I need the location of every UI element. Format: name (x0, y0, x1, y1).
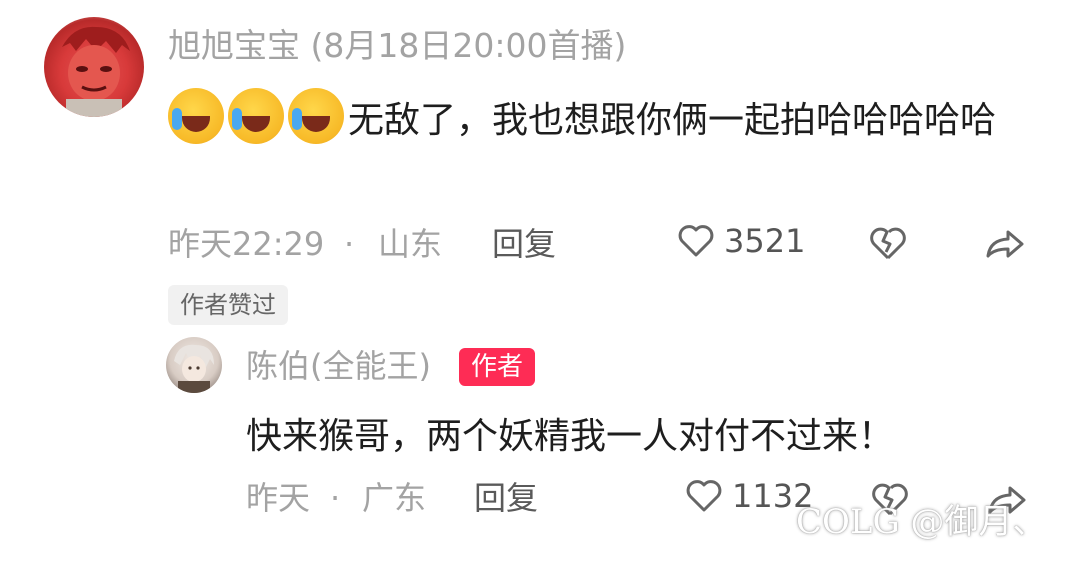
broken-heart-icon (870, 227, 906, 260)
replier-username[interactable]: 陈伯(全能王) (246, 344, 431, 388)
comment-text: 无敌了，我也想跟你俩一起拍哈哈哈哈哈 (168, 88, 1028, 154)
author-tag: 作者 (459, 348, 536, 386)
replier-avatar[interactable] (166, 337, 222, 393)
comment-location: 山东 (378, 225, 443, 263)
share-arrow-icon (986, 230, 1024, 258)
comment-time: 昨天22:29 (168, 225, 325, 263)
like-count: 3521 (724, 222, 806, 260)
commenter-username[interactable]: 旭旭宝宝 (168, 26, 300, 65)
heart-icon (678, 225, 714, 257)
like-button[interactable]: 1132 (684, 476, 813, 516)
reply-location: 广东 (362, 479, 427, 517)
broadcast-note: (8月18日20:00首播) (310, 26, 627, 65)
reply-text: 快来猴哥，两个妖精我一人对付不过来！ (246, 416, 895, 457)
laughing-crying-emoji-icon (228, 88, 284, 144)
share-button[interactable] (982, 222, 1028, 270)
author-liked-badge: 作者赞过 (168, 285, 288, 325)
heart-icon (686, 480, 722, 512)
like-button[interactable]: 3521 (676, 221, 805, 261)
laughing-crying-emoji-icon (168, 88, 224, 144)
meta-separator: · (330, 479, 341, 517)
comment-body: 无敌了，我也想跟你俩一起拍哈哈哈哈哈 (348, 100, 997, 141)
watermark: COLG @御月、 (796, 502, 1047, 542)
commenter-name-line: 旭旭宝宝 (8月18日20:00首播) (168, 24, 626, 68)
laughing-crying-emoji-icon (288, 88, 344, 144)
reply-button[interactable]: 回复 (474, 478, 538, 518)
reply-button[interactable]: 回复 (492, 224, 556, 264)
dislike-button[interactable] (866, 222, 910, 270)
commenter-avatar[interactable] (44, 17, 144, 117)
meta-separator: · (344, 225, 355, 263)
reply-time: 昨天 (246, 479, 311, 517)
